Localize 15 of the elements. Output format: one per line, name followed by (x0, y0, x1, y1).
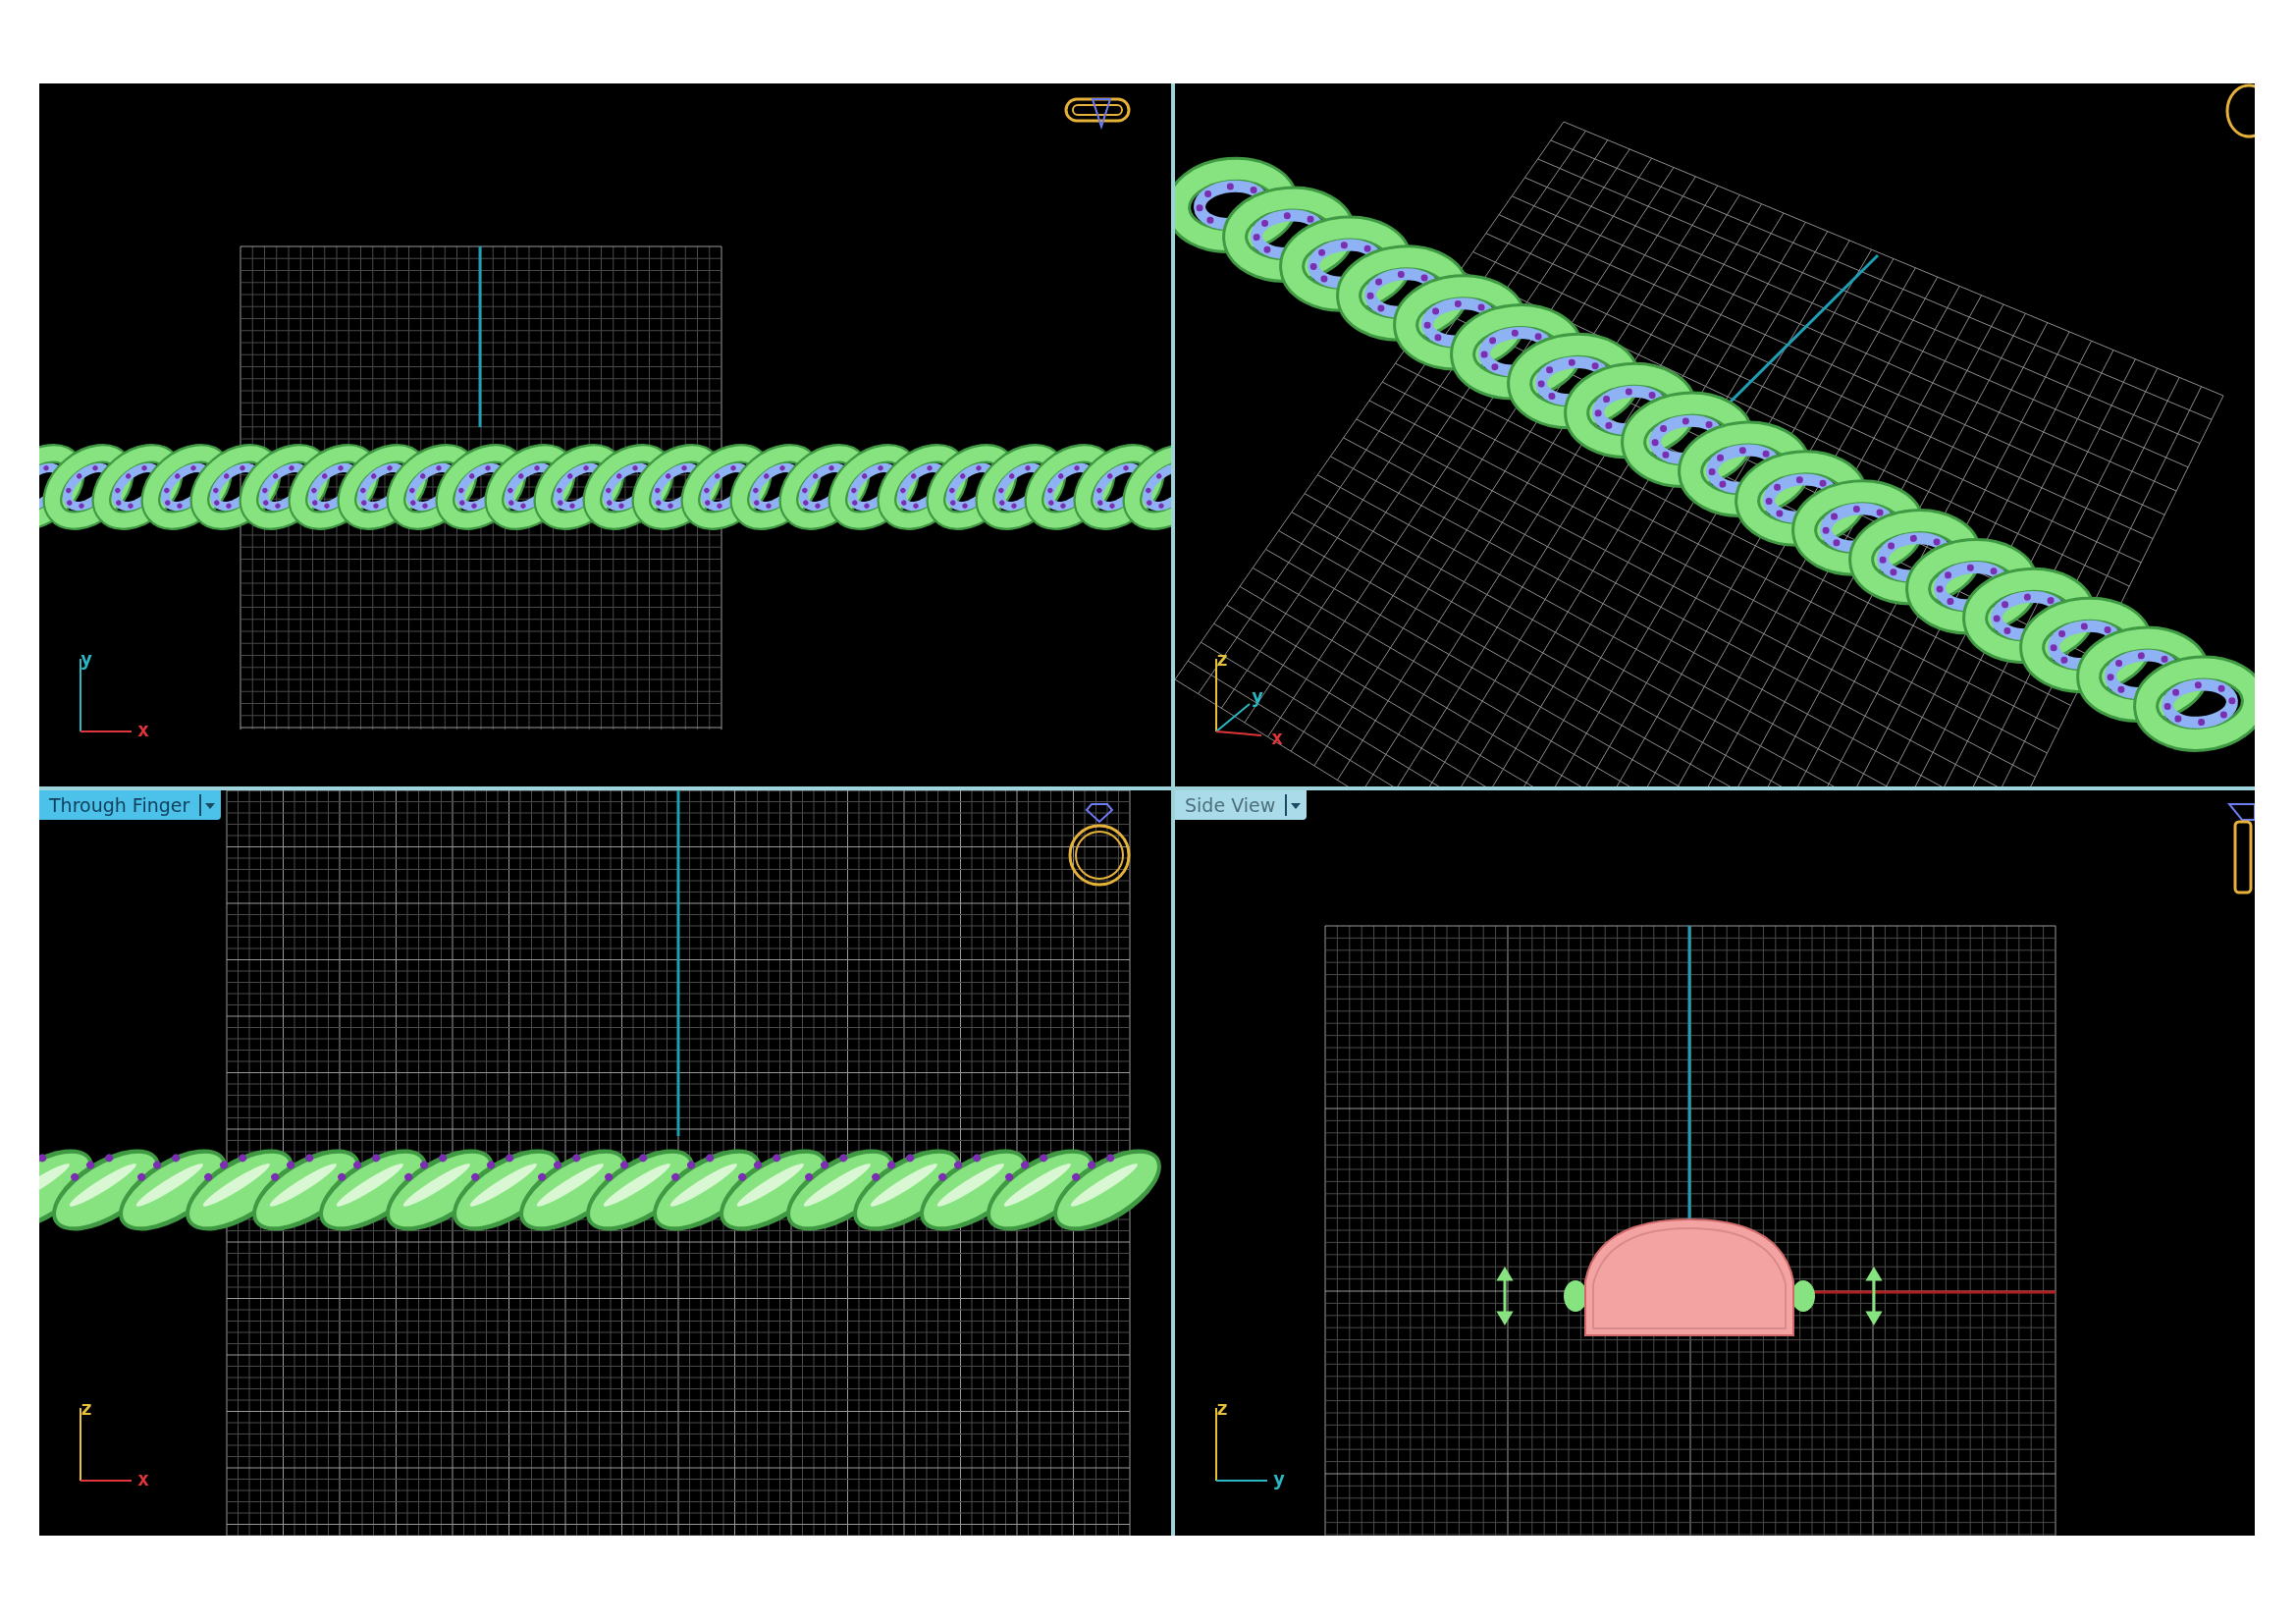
axis-label: z (1216, 649, 1229, 669)
axis-label: x (137, 720, 150, 739)
axis-label: z (1216, 1398, 1229, 1418)
caret-icon (199, 794, 218, 816)
axis-label: y (1273, 1469, 1286, 1488)
axis-label: x (137, 1469, 150, 1488)
arrow-icon (1496, 1267, 1514, 1325)
arrow-icon (1865, 1267, 1883, 1325)
view-dropdown[interactable]: Side View (1175, 790, 1308, 820)
axis-label: x (1271, 728, 1284, 747)
axis-label: z (80, 1398, 93, 1418)
caret-icon (1285, 794, 1304, 816)
view-dropdown[interactable]: Through Finger (39, 790, 222, 820)
axis-label: y (80, 649, 93, 669)
axis-label: y (1252, 686, 1264, 706)
